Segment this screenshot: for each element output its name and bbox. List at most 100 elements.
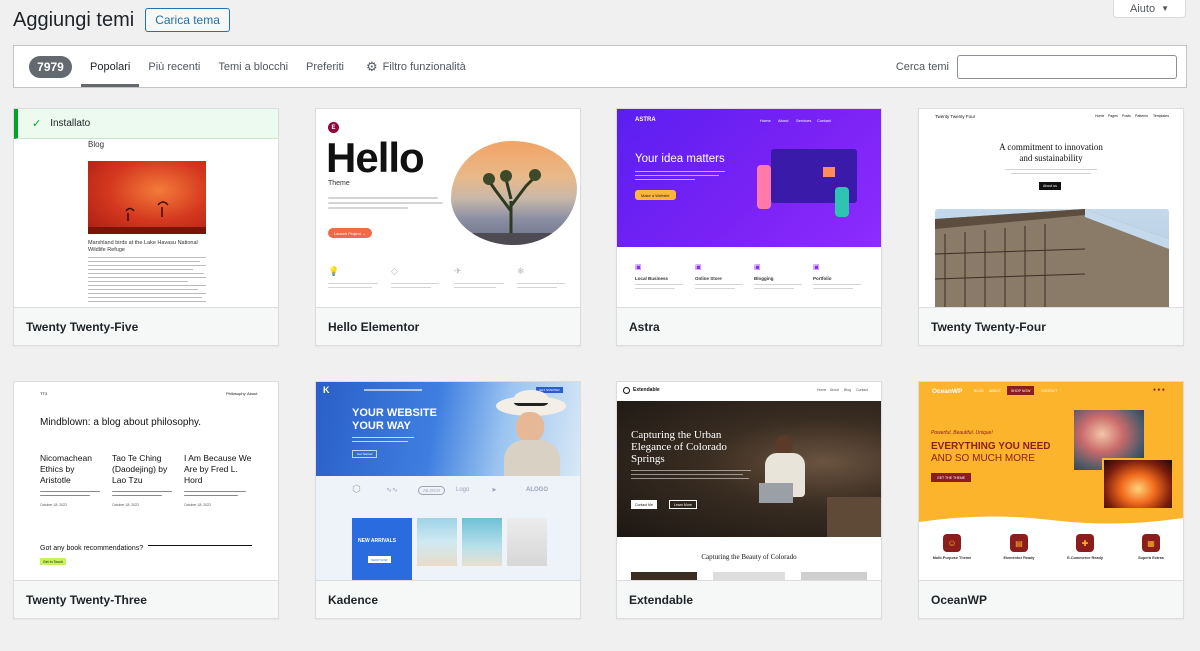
feature-label: Local Business	[635, 276, 669, 281]
post-date: October 18, 2022	[184, 503, 212, 507]
search-area: Cerca temi	[896, 54, 1177, 79]
help-tab-button[interactable]: Aiuto ▼	[1113, 0, 1186, 18]
nav-about: About	[778, 118, 789, 123]
illustration	[757, 147, 857, 227]
desert-image	[451, 141, 577, 245]
oceanwp-shop-button: SHOP NOW	[1007, 386, 1035, 395]
extendable-headline-3: Springs	[631, 453, 665, 465]
nav-item: Home	[817, 388, 827, 392]
preview-subtitle: Theme	[328, 180, 350, 187]
theme-name: Twenty Twenty-Three	[14, 580, 278, 618]
blog-icon: ▣	[754, 264, 761, 271]
oceanwp-headline-2: AND SO MUCH MORE	[931, 453, 1035, 464]
theme-name: Astra	[617, 307, 881, 345]
search-input[interactable]	[957, 54, 1177, 79]
filter-tabs: Popolari Più recenti Temi a blocchi Pref…	[81, 46, 475, 87]
nav-item: About	[247, 391, 258, 396]
caret-down-icon: ▼	[1161, 4, 1169, 13]
theme-screenshot[interactable]: ASTRA Home About Services Contact Your i…	[617, 109, 881, 307]
page-header: Aggiungi temi Carica tema	[13, 8, 230, 32]
theme-name: Hello Elementor	[316, 307, 580, 345]
elementor-logo: E	[328, 122, 339, 133]
tt4-brand: Twenty Twenty Four	[935, 114, 976, 119]
theme-screenshot[interactable]: TT3 Philosophy About Mindblown: a blog a…	[14, 382, 278, 580]
birds-silhouette	[88, 201, 206, 234]
bulb-icon: 💡	[328, 266, 340, 276]
new-arrivals-block: NEW ARRIVALS SHOP NOW	[352, 518, 412, 580]
store-icon: ▣	[635, 264, 642, 271]
nav-item: Contact	[856, 388, 869, 392]
tab-block-themes[interactable]: Temi a blocchi	[209, 46, 297, 87]
extendable-brand: Extendable	[633, 387, 660, 393]
multipurpose-icon: ☺	[943, 534, 961, 552]
post-date: October 18, 2022	[112, 503, 140, 507]
oceanwp-headline-1: EVERYTHING YOU NEED	[931, 441, 1051, 452]
theme-name: OceanWP	[919, 580, 1183, 618]
tab-popular[interactable]: Popolari	[81, 46, 140, 87]
upload-theme-button[interactable]: Carica tema	[145, 8, 230, 32]
kadence-headline-2: YOUR WAY	[352, 420, 411, 432]
nav-item: Pages	[1108, 114, 1118, 118]
tab-favorites[interactable]: Preferiti	[297, 46, 353, 87]
extendable-headline-1: Capturing the Urban	[631, 429, 722, 441]
feature-label: E-Commerce Ready	[1067, 556, 1103, 560]
tab-latest[interactable]: Più recenti	[139, 46, 209, 87]
post-title: I Am Because We Are by Fred L. Hord	[184, 453, 252, 485]
theme-screenshot[interactable]: K GET STARTED YOUR WEBSITE YOUR WAY Get …	[316, 382, 580, 580]
preview-photo	[88, 161, 206, 234]
new-arrivals-label: NEW ARRIVALS	[358, 538, 397, 544]
ecommerce-icon: ✚	[1076, 534, 1094, 552]
nav-item: BLOG	[974, 389, 984, 393]
extras-icon: ▦	[1142, 534, 1160, 552]
theme-screenshot[interactable]: Twenty Twenty Four Home Pages Posts Patt…	[919, 109, 1183, 307]
kadence-logo-icon: K	[323, 385, 330, 395]
nav-home: Home	[760, 118, 771, 123]
feature-label: Multi-Purpose Theme	[932, 556, 972, 560]
partner-logo: Logo	[456, 487, 470, 493]
theme-card-oceanwp[interactable]: OceanWP BLOG ABOUT SHOP NOW CONTACT ● ● …	[918, 381, 1184, 619]
tt3-question: Got any book recommendations?	[40, 545, 144, 552]
partner-logo: AILOGO	[418, 486, 446, 495]
kadence-hero: K GET STARTED YOUR WEBSITE YOUR WAY Get …	[316, 382, 580, 476]
tt3-brand: TT3	[40, 391, 48, 396]
theme-card-twenty-twenty-three[interactable]: TT3 Philosophy About Mindblown: a blog a…	[13, 381, 279, 619]
snowflake-icon: ❄	[517, 266, 525, 276]
theme-screenshot[interactable]: OceanWP BLOG ABOUT SHOP NOW CONTACT ● ● …	[919, 382, 1183, 580]
feature-filter-button[interactable]: ⚙ Filtro funzionalità	[357, 46, 475, 87]
help-label: Aiuto	[1130, 2, 1156, 15]
feature-label: Online Store	[695, 276, 722, 281]
product-photo	[417, 518, 457, 566]
portfolio-icon: ▣	[813, 264, 820, 271]
learn-more-button: Learn More	[669, 500, 697, 509]
nav-item: CONTACT	[1041, 389, 1058, 393]
theme-card-hello-elementor[interactable]: E Hello Theme Launch Project → 💡 ◇ ✈ ❄ H…	[315, 108, 581, 346]
theme-card-extendable[interactable]: Extendable Home About Blog Contact Captu…	[616, 381, 882, 619]
post-date: October 18, 2022	[40, 503, 68, 507]
social-icons: ● ● ●	[1153, 387, 1165, 393]
paper-plane-icon: ➤	[491, 487, 497, 494]
preview-button: Launch Project →	[328, 228, 372, 238]
preview-title: Hello	[326, 134, 425, 181]
theme-name: Twenty Twenty-Five	[14, 307, 278, 345]
preview-caption: Marshland birds at the Lake Havasu Natio…	[88, 240, 198, 253]
nav-item: Patterns	[1135, 114, 1149, 118]
theme-screenshot[interactable]: E Hello Theme Launch Project → 💡 ◇ ✈ ❄	[316, 109, 580, 307]
extendable-headline-2: Elegance of Colorado	[631, 441, 727, 453]
nav-item: About	[830, 388, 840, 392]
astra-button: Make a Website	[635, 190, 676, 200]
theme-card-kadence[interactable]: K GET STARTED YOUR WEBSITE YOUR WAY Get …	[315, 381, 581, 619]
wave-icon: ∿∿	[386, 487, 398, 494]
theme-card-twenty-twenty-five[interactable]: ✓ Installato Blog Marshland birds at the…	[13, 108, 279, 346]
joshua-tree-icon	[451, 169, 577, 245]
preview-heading: Blog	[88, 140, 105, 149]
tt4-headline-1: A commitment to innovation	[999, 142, 1103, 152]
extendable-subhead: Capturing the Beauty of Colorado	[701, 553, 797, 561]
theme-card-astra[interactable]: ASTRA Home About Services Contact Your i…	[616, 108, 882, 346]
theme-name: Extendable	[617, 580, 881, 618]
product-photo	[507, 518, 547, 566]
theme-card-twenty-twenty-four[interactable]: Twenty Twenty Four Home Pages Posts Patt…	[918, 108, 1184, 346]
theme-screenshot[interactable]: Extendable Home About Blog Contact Captu…	[617, 382, 881, 580]
kadence-button: Get Started	[352, 450, 378, 458]
theme-filter-bar: 7979 Popolari Più recenti Temi a blocchi…	[13, 45, 1187, 88]
check-icon: ✓	[32, 118, 42, 130]
